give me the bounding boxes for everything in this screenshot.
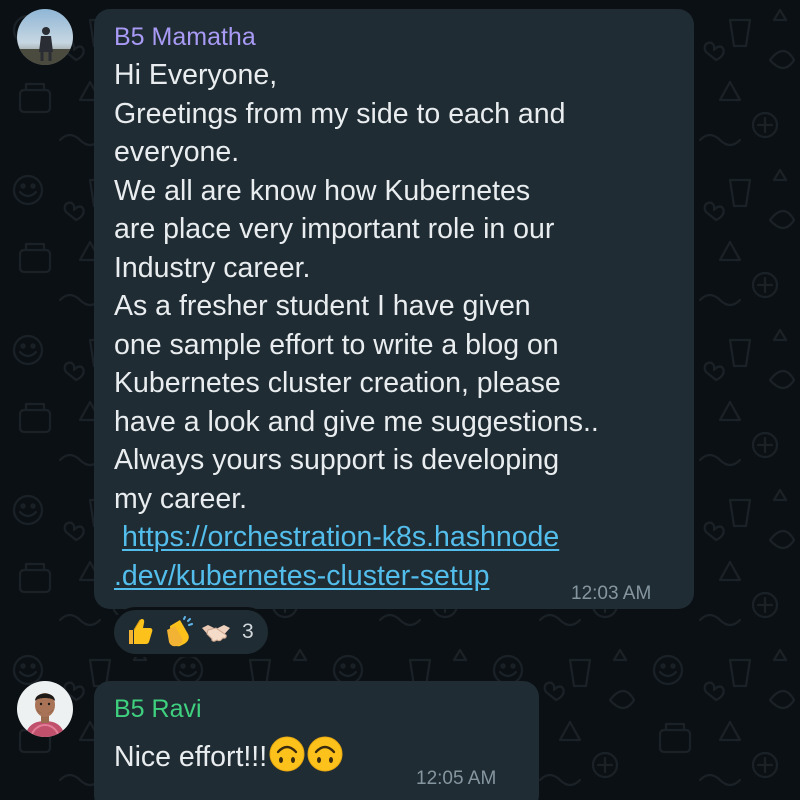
message-line: Greetings from my side to each and [114,97,566,130]
message-line: have a look and give me suggestions.. [114,405,599,438]
ravi-avatar-image [17,681,73,737]
message-line: everyone. [114,136,240,168]
upside-down-face-icon [307,736,343,772]
message-line: As a fresher student I have given [114,290,531,322]
message-text: Nice effort!!! [114,736,343,777]
sender-name[interactable]: B5 Mamatha [114,22,256,52]
message-line: one sample effort to write a blog on [114,328,559,361]
message-bubble[interactable]: B5 Mamatha Hi Everyone, Greetings from m… [94,9,694,609]
upside-down-face-icon [269,736,305,772]
thumbs-up-icon [129,619,153,644]
reaction-count: 3 [242,620,254,643]
handshake-icon [202,625,230,642]
avatar[interactable] [17,9,73,65]
blog-link[interactable]: https://orchestration-k8s.hashnode [122,521,559,553]
message-line: We all are know how Kubernetes [114,174,531,207]
message-line: Hi Everyone, [114,59,278,91]
mamatha-avatar-image [17,9,73,65]
link-line: https://orchestration-k8s.hashnode [114,518,599,557]
message-line: Industry career. [114,251,311,284]
link-line: .dev/kubernetes-cluster-setup [114,557,599,596]
chat-window[interactable]: B5 Mamatha Hi Everyone, Greetings from m… [0,0,800,800]
avatar[interactable] [17,681,73,737]
blog-link[interactable]: .dev/kubernetes-cluster-setup [114,560,489,592]
reactions-pill[interactable]: 3 [111,607,271,657]
message-timestamp: 12:05 AM [416,768,497,789]
sender-name[interactable]: B5 Ravi [114,694,202,724]
message-line: Nice effort!!! [114,741,268,773]
message-line: are place very important role in our [114,213,555,245]
message-line: Always yours support is developing [114,444,560,476]
message-bubble[interactable]: B5 Ravi Nice effort!!! 12:05 AM [94,681,539,800]
message-text: Hi Everyone, Greetings from my side to e… [114,56,599,595]
message-timestamp: 12:03 AM [571,583,652,604]
message-line: my career. [114,482,248,515]
message-line: Kubernetes cluster creation, please [114,367,561,399]
clapping-hands-icon [167,616,193,647]
